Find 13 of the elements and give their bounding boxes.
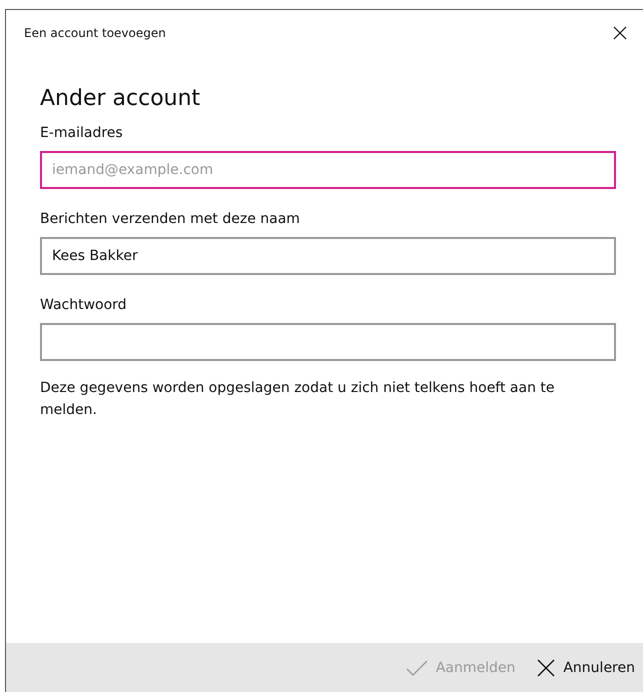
close-icon [613,26,627,40]
input-field[interactable]: iemand@example.com [40,151,616,189]
input-field[interactable] [40,323,616,361]
dialog-heading: Ander account [40,86,202,111]
input-field[interactable]: Kees Bakker [40,237,616,275]
cancel-button[interactable]: Annuleren [537,655,635,681]
info-text: Deze gegevens worden opgeslagen zodat u zich niet telkens hoeft aan te melden. [40,379,556,420]
window-title: Een account toevoegen [24,26,166,40]
field-label: Wachtwoord [40,297,128,313]
field-label: Berichten verzenden met deze naam [40,211,301,227]
close-icon [537,659,556,677]
checkmark-icon [406,660,428,676]
field-label: E-mailadres [40,125,124,141]
